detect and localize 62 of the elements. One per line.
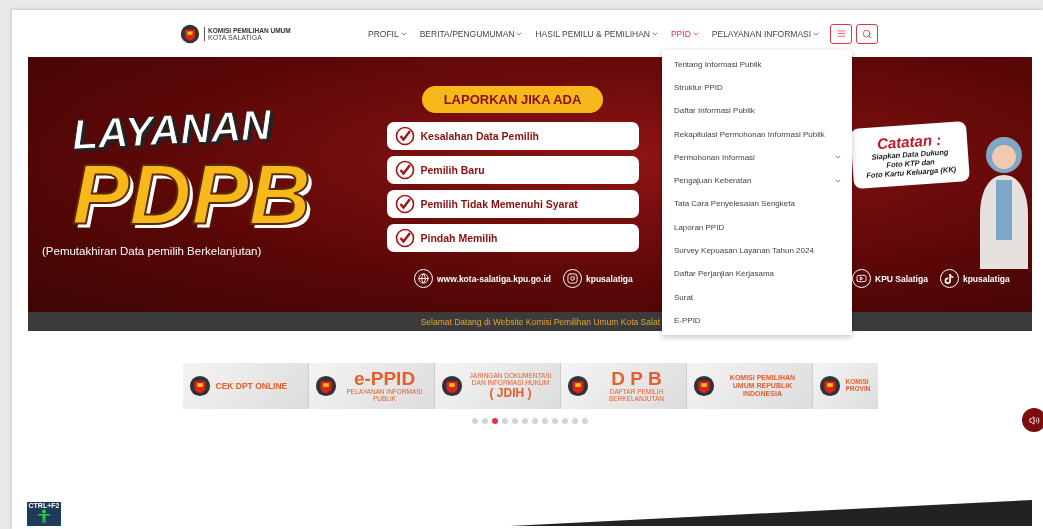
carousel-dot[interactable] — [492, 418, 498, 424]
report-heading: LAPORKAN JIKA ADA — [421, 86, 604, 113]
emblem-logo-icon — [818, 375, 841, 397]
menu-item[interactable]: Tentang Informasi Publik — [661, 52, 852, 76]
nav-item[interactable]: PPID — [670, 28, 700, 39]
nav-item[interactable]: HASIL PEMILU & PEMILIHAN — [535, 28, 659, 39]
report-item: Kesalahan Data Pemilih — [386, 122, 639, 150]
menu-item[interactable]: E-PPID — [661, 308, 852, 333]
menu-item[interactable]: Permohonan Informasi — [661, 145, 852, 169]
carousel-dot[interactable] — [502, 418, 508, 424]
carousel-dot[interactable] — [512, 418, 518, 424]
card-title: ( JDIH ) — [489, 386, 532, 400]
menu-item[interactable]: Pengajuan Keberatan — [661, 169, 852, 193]
menu-item[interactable]: Rekapitulasi Permohonan Informasi Publik — [661, 122, 852, 146]
social-link-text: kpusalatiga — [962, 273, 1010, 284]
menu-item[interactable]: Survey Kepuasan Layanan Tahun 2024 — [661, 238, 852, 263]
person-icon — [37, 509, 51, 523]
card-title: CEK DPT ONLINE — [215, 381, 288, 391]
carousel-dot[interactable] — [542, 418, 548, 424]
banner-subtitle: (Pemutakhiran Data pemilih Berkelanjutan) — [42, 244, 263, 257]
carousel-dot[interactable] — [482, 418, 488, 424]
search-button[interactable] — [856, 23, 879, 44]
check-circle-icon — [394, 194, 415, 214]
menu-button[interactable] — [830, 23, 853, 44]
social-link-text: KPU Salatiga — [875, 273, 928, 284]
carousel-dot[interactable] — [552, 418, 558, 424]
emblem-logo-icon — [314, 375, 337, 397]
carousel-dot[interactable] — [562, 418, 568, 424]
emblem-logo-icon — [180, 23, 200, 44]
card-title: D P B — [611, 369, 662, 390]
report-item: Pemilih Baru — [386, 156, 639, 184]
nav-item[interactable]: PROFIL — [368, 28, 408, 39]
sound-button[interactable] — [1022, 408, 1043, 432]
menu-item[interactable]: Tata Cara Penyelesaian Sengketa — [661, 192, 852, 216]
menu-icon — [836, 29, 846, 38]
carousel-dot[interactable] — [572, 418, 578, 424]
emblem-logo-icon — [188, 375, 211, 397]
report-item: Pemilih Tidak Memenuhi Syarat — [386, 190, 639, 218]
emblem-logo-icon — [566, 375, 589, 397]
nav-item[interactable]: PELAYANAN INFORMASI — [711, 28, 821, 39]
social-link-text: kpusalatiga — [586, 273, 633, 284]
emblem-logo-icon — [440, 375, 463, 397]
marquee-text: Selamat Datang di Website Komisi Pemilihan Umum Kota Salat — [420, 316, 660, 327]
check-circle-icon — [394, 126, 415, 146]
menu-item[interactable]: Struktur PPID — [661, 75, 852, 100]
search-icon — [862, 28, 873, 39]
carousel-dot[interactable] — [472, 418, 478, 424]
card-title: e-PPID — [353, 369, 416, 390]
emblem-logo-icon — [692, 375, 715, 397]
menu-item[interactable]: Surat — [661, 285, 852, 309]
carousel-dot[interactable] — [582, 418, 588, 424]
speaker-icon — [1028, 414, 1040, 426]
menu-item[interactable]: Daftar Informasi Publik — [661, 99, 852, 123]
report-item: Pindah Memilih — [386, 224, 639, 252]
social-link-text: www.kota-salatiga.kpu.go.id — [437, 273, 551, 284]
check-circle-icon — [394, 160, 415, 180]
check-circle-icon — [394, 228, 415, 248]
carousel-dot[interactable] — [532, 418, 538, 424]
menu-item[interactable]: Laporan PPID — [661, 215, 852, 239]
nav-item[interactable]: BERITA/PENGUMUMAN — [419, 28, 524, 39]
carousel-dot[interactable] — [522, 418, 528, 424]
menu-item[interactable]: Daftar Perjanjian Kerjasama — [661, 262, 852, 286]
